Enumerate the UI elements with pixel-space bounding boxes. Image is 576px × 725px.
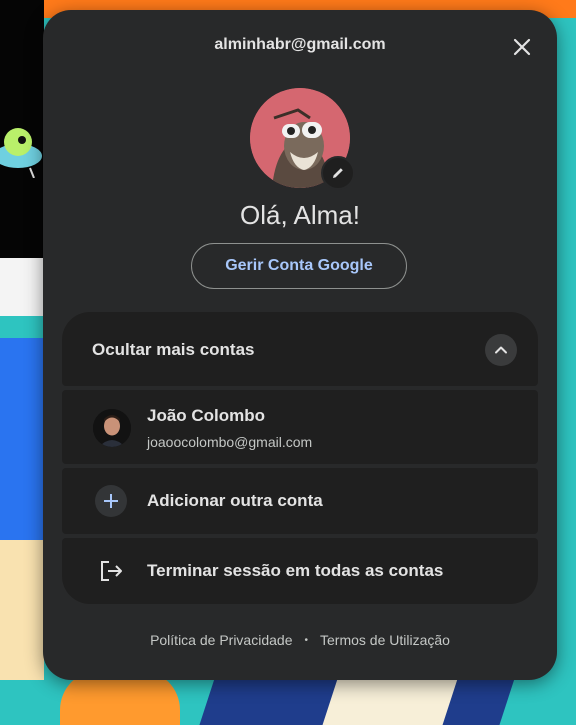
- close-button[interactable]: [507, 32, 537, 62]
- sign-out-all-button[interactable]: Terminar sessão em todas as contas: [62, 538, 538, 604]
- pencil-icon: [333, 168, 343, 178]
- privacy-policy-link[interactable]: Política de Privacidade: [150, 632, 292, 648]
- ufo-doodle: [0, 128, 42, 178]
- background-shape: [0, 338, 44, 558]
- close-icon: [513, 38, 531, 56]
- account-avatar: [93, 409, 131, 447]
- profile-avatar[interactable]: [250, 88, 355, 190]
- background-shape: [0, 258, 44, 316]
- greeting-text: Olá, Alma!: [240, 200, 360, 230]
- collapse-button[interactable]: [485, 334, 517, 366]
- account-email-secondary: joaoocolombo@gmail.com: [147, 434, 313, 450]
- sign-out-icon: [101, 561, 122, 581]
- terms-link[interactable]: Termos de Utilização: [320, 632, 450, 648]
- accounts-list: Ocultar mais contas João Colombo joaooco…: [62, 312, 538, 604]
- footer-separator: •: [304, 634, 308, 646]
- account-row[interactable]: João Colombo joaoocolombo@gmail.com: [62, 390, 538, 464]
- sign-out-icon-wrap: [95, 555, 127, 587]
- add-icon-wrap: [95, 485, 127, 517]
- add-account-button[interactable]: Adicionar outra conta: [62, 468, 538, 534]
- account-panel: alminhabr@gmail.com Olá, Alma! Gerir Con…: [43, 10, 557, 680]
- chevron-up-icon: [495, 346, 507, 354]
- plus-icon: [104, 494, 118, 508]
- account-email: alminhabr@gmail.com: [214, 36, 386, 53]
- account-name: João Colombo: [147, 406, 266, 425]
- add-account-label: Adicionar outra conta: [147, 491, 323, 510]
- background-shape: [0, 540, 44, 680]
- manage-account-button[interactable]: Gerir Conta Google: [191, 243, 407, 289]
- edit-photo-button[interactable]: [321, 156, 355, 190]
- hide-accounts-label: Ocultar mais contas: [92, 340, 255, 359]
- hide-accounts-toggle[interactable]: Ocultar mais contas: [62, 312, 538, 386]
- sign-out-all-label: Terminar sessão em todas as contas: [147, 561, 444, 580]
- panel-footer: Política de Privacidade • Termos de Util…: [43, 632, 557, 648]
